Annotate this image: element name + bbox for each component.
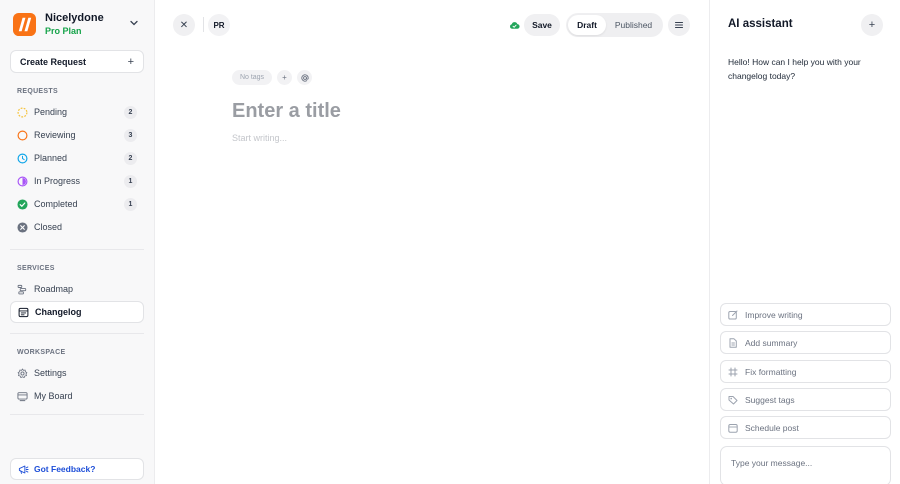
brand-logo-icon	[13, 13, 36, 36]
save-button[interactable]: Save	[524, 14, 560, 36]
create-request-button[interactable]: Create Request +	[10, 50, 144, 73]
sidebar-item-in-progress[interactable]: In Progress 1	[10, 170, 144, 192]
plus-icon: +	[868, 19, 876, 31]
gear-icon	[17, 368, 28, 379]
action-label: Schedule post	[745, 422, 799, 433]
add-tag-button[interactable]: +	[277, 70, 292, 85]
mention-button[interactable]	[297, 70, 312, 85]
sidebar-divider	[10, 414, 144, 415]
chevron-down-icon	[130, 20, 138, 26]
schedule-post-button[interactable]: Schedule post	[720, 416, 891, 439]
sidebar-item-label: Planned	[34, 153, 68, 163]
sidebar-item-label: Pending	[34, 107, 68, 117]
action-label: Add summary	[745, 337, 798, 348]
status-option-draft[interactable]: Draft	[568, 15, 606, 35]
status-option-published[interactable]: Published	[606, 15, 661, 35]
sidebar-divider	[10, 333, 144, 334]
plus-icon: +	[282, 73, 287, 82]
at-icon	[300, 73, 309, 82]
feedback-button[interactable]: Got Feedback?	[10, 458, 144, 480]
sidebar-item-label: Completed	[34, 199, 78, 209]
sidebar-item-pending[interactable]: Pending 2	[10, 101, 144, 123]
sidebar-item-my-board[interactable]: My Board	[10, 385, 144, 407]
more-menu-button[interactable]	[668, 14, 690, 36]
title-input[interactable]	[232, 98, 672, 124]
roadmap-icon	[17, 284, 28, 295]
frame-icon	[728, 367, 738, 376]
x-circle-icon	[17, 221, 28, 233]
sidebar-item-planned[interactable]: Planned 2	[10, 147, 144, 169]
body-input[interactable]	[232, 131, 672, 145]
sidebar-item-roadmap[interactable]: Roadmap	[10, 278, 144, 300]
ai-assistant-panel: AI assistant + Hello! How can I help you…	[709, 0, 900, 484]
sidebar-item-label: Settings	[34, 368, 67, 378]
author-avatar[interactable]: PR	[208, 14, 230, 36]
tags-row: No tags +	[232, 70, 317, 85]
sidebar-item-label: Changelog	[35, 307, 82, 317]
workspace-switcher[interactable]: Nicelydone Pro Plan	[13, 10, 143, 40]
sidebar-item-label: In Progress	[34, 176, 81, 186]
reviewing-status-icon	[17, 130, 28, 141]
services-section-label: SERVICES	[17, 265, 55, 272]
sidebar-item-label: Closed	[34, 222, 63, 232]
menu-icon	[674, 21, 684, 29]
close-icon: ✕	[179, 19, 189, 31]
check-circle-icon	[17, 198, 28, 210]
new-chat-button[interactable]: +	[861, 14, 883, 36]
workspace-section-label: WORKSPACE	[17, 349, 66, 356]
workspace-name: Nicelydone	[45, 12, 104, 24]
pending-status-icon	[17, 107, 28, 118]
tag-icon	[728, 395, 738, 404]
status-toggle: Draft Published	[566, 13, 663, 37]
create-request-label: Create Request	[20, 56, 87, 67]
suggest-tags-button[interactable]: Suggest tags	[720, 388, 891, 411]
sidebar-item-label: Roadmap	[34, 284, 74, 294]
sidebar: Nicelydone Pro Plan Create Request + REQ…	[0, 0, 155, 484]
message-input[interactable]	[720, 446, 891, 484]
board-icon	[17, 391, 28, 402]
requests-section-label: REQUESTS	[17, 88, 58, 95]
plus-icon: +	[127, 55, 134, 68]
sidebar-item-changelog[interactable]: Changelog	[10, 301, 144, 323]
count-badge: 3	[124, 128, 137, 142]
cloud-saved-icon	[510, 22, 520, 29]
action-label: Suggest tags	[745, 394, 795, 405]
calendar-icon	[728, 423, 738, 433]
half-circle-icon	[17, 176, 28, 187]
improve-writing-button[interactable]: Improve writing	[720, 303, 891, 326]
count-badge: 1	[124, 197, 137, 211]
document-icon	[729, 337, 737, 348]
add-summary-button[interactable]: Add summary	[720, 331, 891, 354]
ai-panel-title: AI assistant	[728, 18, 793, 30]
action-label: Improve writing	[745, 309, 803, 320]
clock-icon	[17, 153, 28, 164]
sidebar-item-closed[interactable]: Closed	[10, 216, 144, 238]
megaphone-icon	[18, 465, 29, 474]
sidebar-item-settings[interactable]: Settings	[10, 362, 144, 384]
feedback-label: Got Feedback?	[34, 464, 96, 474]
changelog-icon	[18, 307, 29, 318]
sidebar-item-reviewing[interactable]: Reviewing 3	[10, 124, 144, 146]
tags-chip[interactable]: No tags	[232, 70, 272, 85]
edit-icon	[728, 310, 738, 319]
fix-formatting-button[interactable]: Fix formatting	[720, 360, 891, 383]
close-button[interactable]: ✕	[173, 14, 195, 36]
toolbar-divider	[203, 17, 204, 32]
plan-label: Pro Plan	[45, 26, 82, 36]
action-label: Fix formatting	[745, 366, 797, 377]
sidebar-divider	[10, 249, 144, 250]
count-badge: 2	[124, 151, 137, 165]
sidebar-item-label: My Board	[34, 391, 73, 401]
assistant-message: Hello! How can I help you with your chan…	[728, 57, 861, 81]
sidebar-item-completed[interactable]: Completed 1	[10, 193, 144, 215]
count-badge: 1	[124, 174, 137, 188]
sidebar-item-label: Reviewing	[34, 130, 76, 140]
count-badge: 2	[124, 105, 137, 119]
